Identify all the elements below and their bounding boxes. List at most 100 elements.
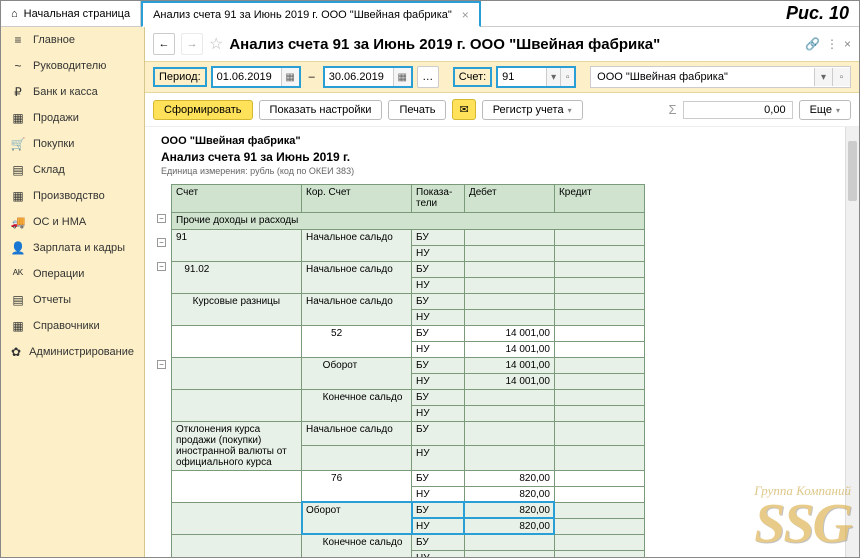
sidebar-item-10[interactable]: ▤Отчеты: [1, 287, 144, 313]
account-label: Счет:: [453, 67, 492, 87]
sidebar-item-label: Главное: [33, 34, 75, 46]
tab-active[interactable]: Анализ счета 91 за Июнь 2019 г. ООО "Шве…: [141, 1, 481, 27]
sum-input[interactable]: [683, 101, 793, 119]
tree-column: − − − −: [153, 184, 171, 557]
period-picker-button[interactable]: …: [417, 66, 439, 88]
report-title: Анализ счета 91 за Июнь 2019 г.: [161, 150, 847, 164]
tab-home-label: Начальная страница: [24, 8, 130, 20]
sidebar: ≡ Главное ~Руководителю₽Банк и касса ▦ Прода…: [1, 27, 145, 557]
sidebar-icon: ▤: [11, 293, 25, 307]
sigma-icon: Σ: [669, 102, 677, 117]
table-row[interactable]: Отклонения курса продажи (покупки) иност…: [172, 421, 645, 446]
tab-active-label: Анализ счета 91 за Июнь 2019 г. ООО "Шве…: [153, 9, 452, 21]
sidebar-item-label: Производство: [33, 190, 105, 202]
link-icon[interactable]: 🔗: [805, 37, 820, 51]
date-from-field[interactable]: [213, 69, 281, 85]
settings-button[interactable]: Показать настройки: [259, 100, 383, 120]
sidebar-icon: ₽: [11, 85, 25, 99]
close-page-icon[interactable]: ×: [844, 37, 851, 51]
sidebar-item-3[interactable]: ▦ Продажи: [1, 105, 144, 131]
date-from-input[interactable]: ▦: [211, 66, 301, 88]
sidebar-item-2[interactable]: ₽Банк и касса: [1, 79, 144, 105]
register-button[interactable]: Регистр учета▾: [482, 100, 583, 120]
calendar-icon[interactable]: ▦: [393, 68, 411, 86]
expander[interactable]: −: [157, 262, 166, 271]
sidebar-icon: ▤: [11, 163, 25, 177]
subhead: Прочие доходы и расходы: [172, 212, 645, 229]
report-area: ООО "Швейная фабрика" Анализ счета 91 за…: [145, 127, 859, 557]
table-row[interactable]: 91Начальное сальдоБУ: [172, 229, 645, 245]
table-row[interactable]: ОборотБУ820,00: [172, 502, 645, 518]
table-row[interactable]: 91.02Начальное сальдоБУ: [172, 261, 645, 277]
star-icon[interactable]: ☆: [209, 34, 223, 54]
sidebar-icon: ▦: [11, 319, 25, 333]
table-row[interactable]: Конечное сальдоБУ: [172, 534, 645, 550]
scrollbar[interactable]: [845, 127, 859, 557]
forward-button[interactable]: →: [181, 33, 203, 55]
sidebar-item-8[interactable]: 👤Зарплата и кадры: [1, 235, 144, 261]
account-open-icon[interactable]: ▫: [560, 68, 574, 86]
account-drop-icon[interactable]: ▾: [546, 68, 560, 86]
col-corr: Кор. Счет: [302, 185, 412, 213]
table-row[interactable]: Курсовые разницыНачальное сальдоБУ: [172, 293, 645, 309]
col-debit: Дебет: [464, 185, 554, 213]
content: ← → ☆ Анализ счета 91 за Июнь 2019 г. ОО…: [145, 27, 859, 557]
sidebar-item-4[interactable]: 🛒 Покупки: [1, 131, 144, 157]
sidebar-item-label: Справочники: [33, 320, 100, 332]
date-to-field[interactable]: [325, 69, 393, 85]
account-input[interactable]: ▾ ▫: [496, 66, 576, 88]
sidebar-item-9[interactable]: ᴬᴷОперации: [1, 261, 144, 287]
filter-row: Период: ▦ – ▦ … Счет: ▾ ▫ ▾ ▫: [145, 61, 859, 93]
sidebar-item-5[interactable]: ▤Склад: [1, 157, 144, 183]
org-field[interactable]: [591, 69, 814, 85]
expander[interactable]: −: [157, 214, 166, 223]
home-icon: ⌂: [11, 8, 18, 20]
expander[interactable]: −: [157, 238, 166, 247]
sidebar-icon: 🛒: [11, 137, 25, 151]
more-button[interactable]: Еще▾: [799, 100, 851, 120]
sidebar-icon: ᴬᴷ: [11, 267, 25, 281]
print-button[interactable]: Печать: [388, 100, 446, 120]
sidebar-item-label: Покупки: [33, 138, 74, 150]
dash: –: [305, 71, 319, 83]
action-row: Сформировать Показать настройки Печать ✉…: [145, 93, 859, 127]
table-row[interactable]: 52БУ14 001,00: [172, 325, 645, 341]
report-org: ООО "Швейная фабрика": [161, 135, 847, 147]
sidebar-icon: ≡: [11, 33, 25, 47]
scrollbar-thumb[interactable]: [848, 141, 857, 201]
sidebar-item-11[interactable]: ▦ Справочники: [1, 313, 144, 339]
sidebar-item-7[interactable]: 🚚ОС и НМА: [1, 209, 144, 235]
sidebar-icon: ▦: [11, 111, 25, 125]
date-to-input[interactable]: ▦: [323, 66, 413, 88]
org-drop-icon[interactable]: ▾: [814, 68, 832, 86]
calendar-icon[interactable]: ▦: [281, 68, 299, 86]
tab-home[interactable]: ⌂ Начальная страница: [1, 1, 141, 26]
page-title: Анализ счета 91 за Июнь 2019 г. ООО "Шве…: [229, 36, 799, 53]
sidebar-icon: ▦: [11, 189, 25, 203]
expander[interactable]: −: [157, 360, 166, 369]
sidebar-icon: 👤: [11, 241, 25, 255]
col-account: Счет: [172, 185, 302, 213]
account-field[interactable]: [498, 69, 546, 85]
sidebar-item-0[interactable]: ≡ Главное: [1, 27, 144, 53]
back-button[interactable]: ←: [153, 33, 175, 55]
table-row[interactable]: 76БУ820,00: [172, 470, 645, 486]
more-icon[interactable]: ⋮: [826, 37, 838, 51]
tab-bar: ⌂ Начальная страница Анализ счета 91 за …: [1, 1, 859, 27]
org-open-icon[interactable]: ▫: [832, 68, 850, 86]
sidebar-item-6[interactable]: ▦ Производство: [1, 183, 144, 209]
sidebar-item-12[interactable]: ✿Администрирование: [1, 339, 144, 365]
sidebar-icon: 🚚: [11, 215, 25, 229]
table-row[interactable]: ОборотБУ14 001,00: [172, 357, 645, 373]
sidebar-item-label: Руководителю: [33, 60, 106, 72]
report-table: Счет Кор. Счет Показа- тели Дебет Кредит…: [171, 184, 645, 557]
mail-button[interactable]: ✉: [452, 99, 475, 120]
sidebar-item-1[interactable]: ~Руководителю: [1, 53, 144, 79]
form-button[interactable]: Сформировать: [153, 100, 253, 120]
col-indicator: Показа- тели: [412, 185, 465, 213]
close-icon[interactable]: ×: [462, 8, 469, 22]
table-row[interactable]: Конечное сальдоБУ: [172, 389, 645, 405]
sidebar-item-label: Продажи: [33, 112, 79, 124]
org-input[interactable]: ▾ ▫: [590, 66, 851, 88]
sidebar-item-label: Администрирование: [29, 346, 134, 358]
